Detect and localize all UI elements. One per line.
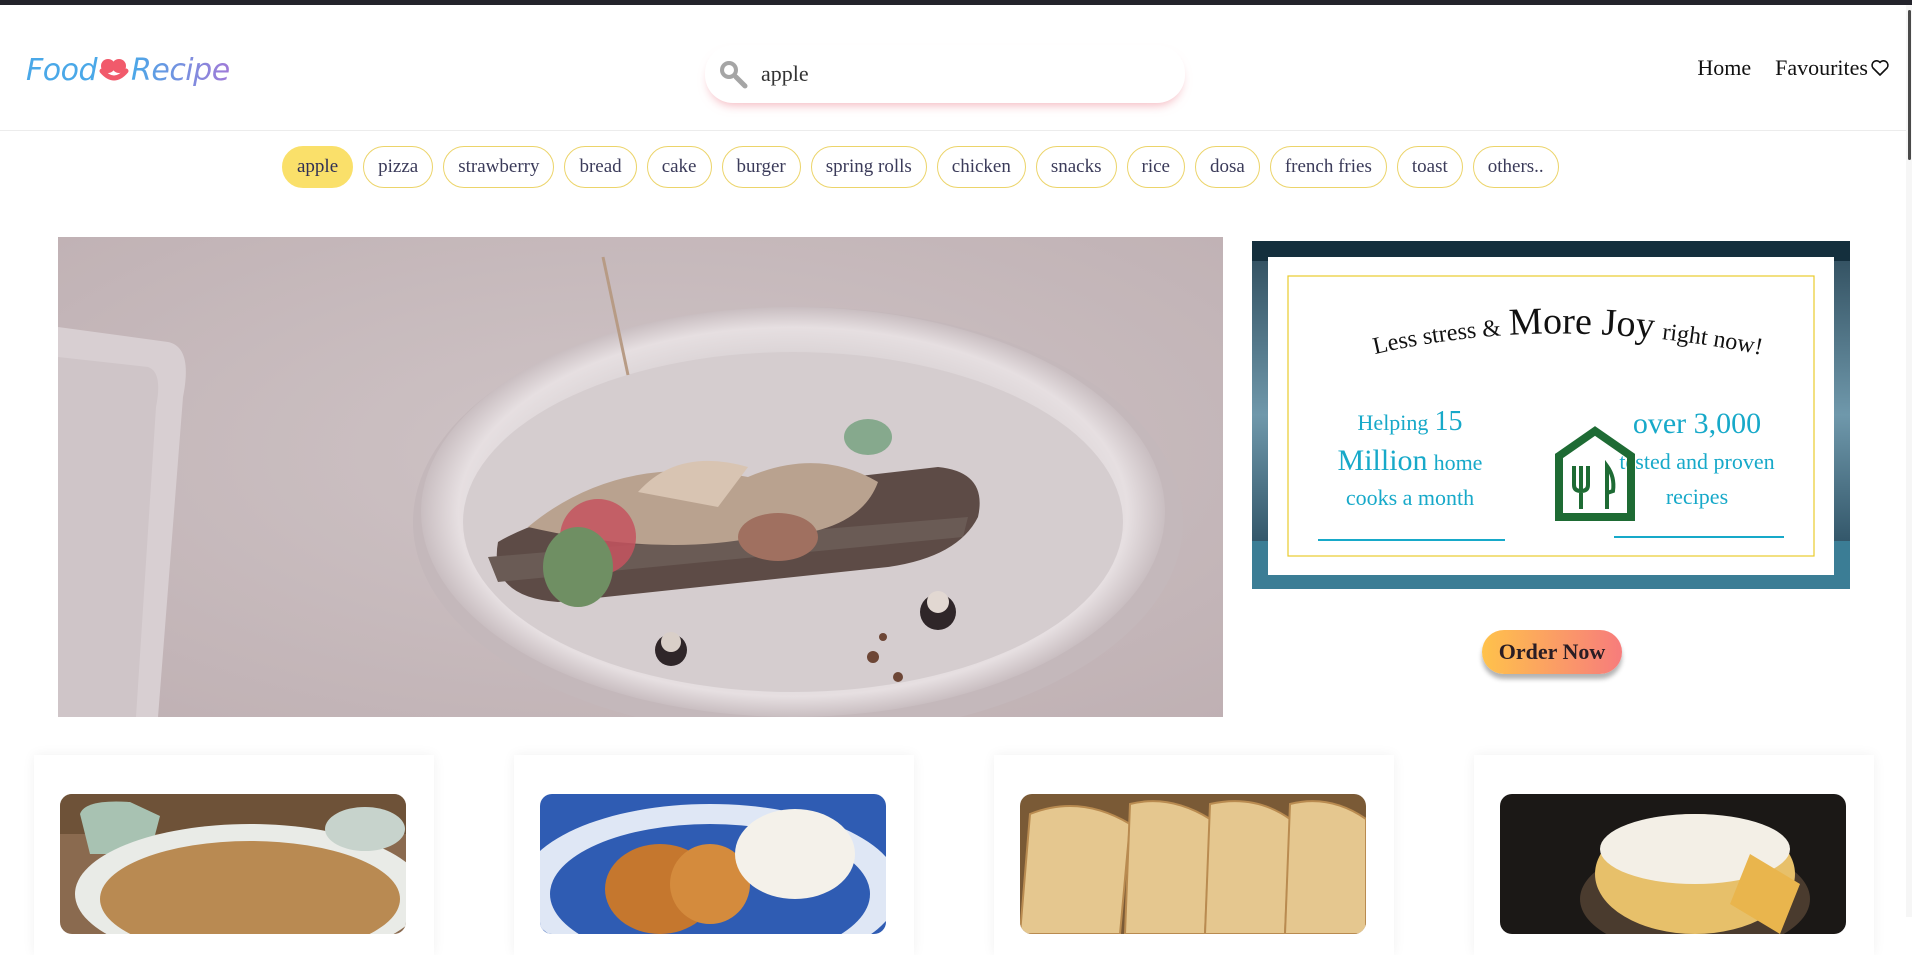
category-chip-pizza[interactable]: pizza: [363, 146, 434, 188]
category-chip-cake[interactable]: cake: [646, 146, 712, 188]
svg-text:recipes: recipes: [1666, 484, 1728, 509]
food-mark-icon: [99, 58, 129, 80]
search-icon[interactable]: [717, 58, 749, 90]
category-chip-toast[interactable]: toast: [1396, 146, 1463, 188]
category-chip-spring-rolls[interactable]: spring rolls: [810, 146, 927, 188]
recipe-grid: [0, 755, 1906, 955]
category-chip-chicken[interactable]: chicken: [936, 146, 1026, 188]
category-chip-strawberry[interactable]: strawberry: [443, 146, 555, 188]
plated-dish-image: [58, 237, 1223, 717]
svg-text:cooks a month: cooks a month: [1346, 485, 1474, 510]
category-chip-apple[interactable]: apple: [282, 146, 354, 188]
category-chip-burger[interactable]: burger: [721, 146, 801, 188]
category-chip-snacks[interactable]: snacks: [1035, 146, 1117, 188]
logo-text-recipe: Recipe: [131, 53, 230, 88]
category-chip-french-fries[interactable]: french fries: [1269, 146, 1387, 188]
svg-text:over 3,000: over 3,000: [1633, 407, 1761, 440]
logo-text-food: Food: [26, 53, 98, 88]
heart-icon[interactable]: [1870, 58, 1890, 78]
order-now-button[interactable]: Order Now: [1482, 630, 1622, 674]
category-chip-others[interactable]: others..: [1472, 146, 1559, 188]
main-nav: Home Favourites: [1697, 55, 1890, 81]
nav-home-link[interactable]: Home: [1697, 55, 1751, 81]
site-header: Food Recipe Home Favourites: [0, 5, 1906, 131]
recipe-card[interactable]: [34, 755, 434, 955]
svg-text:tested and proven: tested and proven: [1619, 449, 1774, 474]
recipe-card[interactable]: [1474, 755, 1874, 955]
nav-favourites-link[interactable]: Favourites: [1775, 55, 1868, 81]
scrollbar-thumb[interactable]: [1908, 10, 1911, 160]
recipe-card[interactable]: [994, 755, 1394, 955]
search-input[interactable]: [761, 61, 1141, 87]
recipe-card[interactable]: [514, 755, 914, 955]
recipe-card-image[interactable]: [1500, 794, 1846, 934]
hero-video[interactable]: [58, 237, 1223, 717]
category-chip-dosa[interactable]: dosa: [1195, 146, 1260, 188]
recipe-card-image[interactable]: [540, 794, 886, 934]
search-bar[interactable]: [705, 45, 1185, 103]
category-chip-rice[interactable]: rice: [1126, 146, 1185, 188]
recipe-card-image[interactable]: [1020, 794, 1366, 934]
svg-text:Helping15: Helping 15: [1358, 406, 1463, 437]
site-logo[interactable]: Food Recipe: [26, 53, 230, 88]
recipe-card-image[interactable]: [60, 794, 406, 934]
promo-banner: Less stress & More Joy right now! Helpin…: [1252, 241, 1850, 589]
category-chip-bread[interactable]: bread: [564, 146, 637, 188]
